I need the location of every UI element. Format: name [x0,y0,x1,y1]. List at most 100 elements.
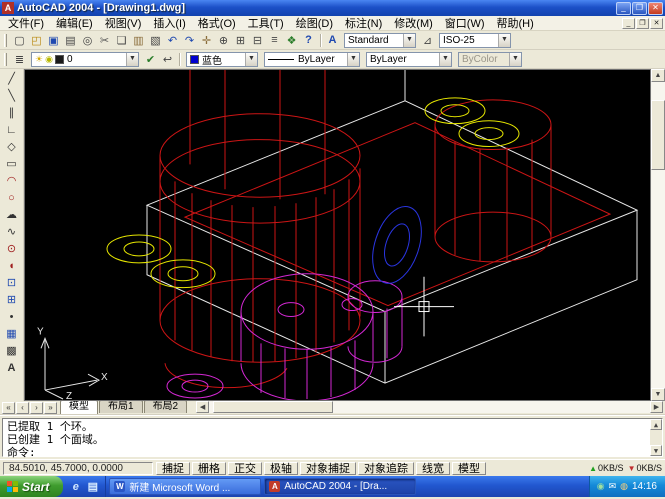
toolbar-grip[interactable] [4,34,7,47]
layer-manager-icon[interactable]: ≣ [11,51,28,67]
paste-icon[interactable]: ▥ [130,32,147,48]
menu-item[interactable]: 标注(N) [339,15,388,31]
layer-combo[interactable]: ☀ ◉ 0 ▼ [31,52,139,67]
plot-preview-icon[interactable]: ◎ [79,32,96,48]
command-prompt[interactable]: 命令: [7,446,648,459]
scroll-down-icon[interactable]: ▼ [650,445,662,456]
close-button[interactable]: ✕ [648,2,663,15]
polygon-icon[interactable]: ◇ [3,138,20,155]
copy-icon[interactable]: ❏ [113,32,130,48]
command-scrollbar[interactable]: ▲ ▼ [650,419,662,456]
task-button[interactable]: AAutoCAD 2004 - [Dra... [264,478,416,495]
ie-icon[interactable]: e [68,479,83,494]
menu-item[interactable]: 绘图(D) [290,15,339,31]
insert-block-icon[interactable]: ⊡ [3,274,20,291]
tab-nav-button[interactable]: › [30,402,43,414]
ellipse-icon[interactable]: ⊙ [3,240,20,257]
horizontal-scroll-thumb[interactable] [213,401,333,413]
mdi-minimize-button[interactable]: _ [622,18,635,29]
zoom-window-icon[interactable]: ⊞ [232,32,249,48]
open-icon[interactable]: ◰ [28,32,45,48]
menu-item[interactable]: 插入(I) [147,15,191,31]
region-icon[interactable]: ▩ [3,342,20,359]
ellipse-arc-icon[interactable]: ◖ [3,257,20,274]
show-desktop-icon[interactable]: ▤ [85,479,100,494]
make-layer-current-icon[interactable]: ✔ [142,51,159,67]
vertical-scrollbar[interactable]: ▲ ▼ [651,69,665,401]
status-toggle-button[interactable]: 模型 [452,462,486,475]
plot-icon[interactable]: ▤ [62,32,79,48]
status-toggle-button[interactable]: 栅格 [192,462,226,475]
vertical-scroll-thumb[interactable] [651,100,665,170]
redo-icon[interactable]: ↷ [181,32,198,48]
menu-item[interactable]: 帮助(H) [491,15,540,31]
menu-item[interactable]: 窗口(W) [439,15,491,31]
revcloud-icon[interactable]: ☁ [3,206,20,223]
linetype-combo[interactable]: ByLayer ▼ [264,52,360,67]
status-toggle-button[interactable]: 对象追踪 [358,462,414,475]
point-icon[interactable]: • [3,308,20,325]
new-icon[interactable]: ▢ [11,32,28,48]
designcenter-icon[interactable]: ❖ [283,32,300,48]
color-combo[interactable]: 蓝色 ▼ [186,52,258,67]
text-style-combo[interactable]: Standard ▼ [344,33,416,48]
rectangle-icon[interactable]: ▭ [3,155,20,172]
circle-icon[interactable]: ○ [3,189,20,206]
chevron-down-icon[interactable]: ▼ [439,53,451,66]
menu-item[interactable]: 工具(T) [242,15,290,31]
hatch-icon[interactable]: ▦ [3,325,20,342]
line-icon[interactable]: ╱ [3,70,20,87]
volume-icon[interactable]: ◍ [620,481,628,492]
layout-tab[interactable]: 模型 [60,400,98,414]
horizontal-scrollbar[interactable]: ◀ ▶ [196,401,663,413]
construction-line-icon[interactable]: ╲ [3,87,20,104]
message-icon[interactable]: ✉ [609,481,617,492]
arc-icon[interactable]: ◠ [3,172,20,189]
menu-item[interactable]: 文件(F) [2,15,50,31]
chevron-down-icon[interactable]: ▼ [245,53,257,66]
polyline-icon[interactable]: ∟ [3,121,20,138]
tab-nav-button[interactable]: « [2,402,15,414]
toolbar-grip[interactable] [4,53,7,66]
scroll-left-icon[interactable]: ◀ [196,401,209,413]
cut-icon[interactable]: ✂ [96,32,113,48]
make-block-icon[interactable]: ⊞ [3,291,20,308]
mdi-close-button[interactable]: ✕ [650,18,663,29]
restore-button[interactable]: ❐ [632,2,647,15]
zoom-realtime-icon[interactable]: ⊕ [215,32,232,48]
status-toggle-button[interactable]: 极轴 [264,462,298,475]
scroll-up-icon[interactable]: ▲ [650,419,662,430]
status-toggle-button[interactable]: 捕捉 [156,462,190,475]
layout-tab[interactable]: 布局2 [144,400,188,413]
menu-item[interactable]: 格式(O) [192,15,242,31]
match-properties-icon[interactable]: ▧ [147,32,164,48]
menu-item[interactable]: 视图(V) [99,15,148,31]
scroll-up-icon[interactable]: ▲ [651,69,665,82]
chevron-down-icon[interactable]: ▼ [498,34,510,47]
chevron-down-icon[interactable]: ▼ [403,34,415,47]
status-toggle-button[interactable]: 对象捕捉 [300,462,356,475]
menu-item[interactable]: 编辑(E) [50,15,99,31]
scroll-down-icon[interactable]: ▼ [651,388,665,401]
properties-icon[interactable]: ≡ [266,32,283,48]
minimize-button[interactable]: _ [616,2,631,15]
dim-style-combo[interactable]: ISO-25 ▼ [439,33,511,48]
drawing-canvas[interactable]: Y X Z [24,69,651,401]
save-icon[interactable]: ▣ [45,32,62,48]
chevron-down-icon[interactable]: ▼ [126,53,138,66]
undo-icon[interactable]: ↶ [164,32,181,48]
scroll-right-icon[interactable]: ▶ [650,401,663,413]
mtext-icon[interactable]: A [3,359,20,376]
command-window[interactable]: 已提取 1 个环。已创建 1 个面域。 命令: ▲ ▼ [2,418,663,457]
tab-nav-button[interactable]: ‹ [16,402,29,414]
spline-icon[interactable]: ∿ [3,223,20,240]
zoom-previous-icon[interactable]: ⊟ [249,32,266,48]
layout-tab[interactable]: 布局1 [99,400,143,413]
chevron-down-icon[interactable]: ▼ [347,53,359,66]
tab-nav-button[interactable]: » [44,402,57,414]
multiline-icon[interactable]: ∥ [3,104,20,121]
task-button[interactable]: W新建 Microsoft Word ... [109,478,261,495]
layer-previous-icon[interactable]: ↩ [159,51,176,67]
lineweight-combo[interactable]: ByLayer ▼ [366,52,452,67]
pan-icon[interactable]: ✛ [198,32,215,48]
